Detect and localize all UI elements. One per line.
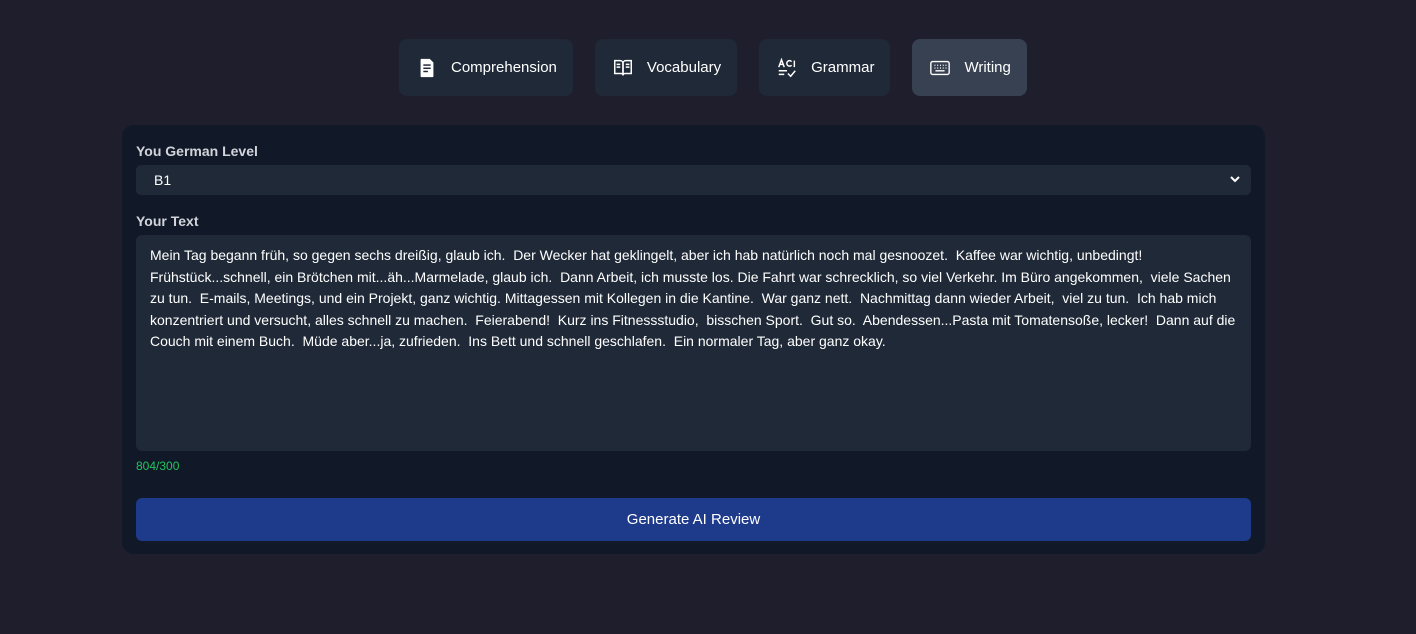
text-label: Your Text bbox=[136, 213, 199, 229]
level-value: B1 bbox=[154, 172, 172, 188]
writing-card: You German Level B1 Your Text Mein Tag b… bbox=[122, 125, 1265, 554]
generate-review-button[interactable]: Generate AI Review bbox=[136, 498, 1251, 541]
character-counter: 804/300 bbox=[136, 459, 180, 473]
exercise-tabs: Comprehension Vocabulary Grammar Writing bbox=[399, 39, 1027, 96]
document-icon bbox=[415, 56, 439, 80]
tab-vocabulary[interactable]: Vocabulary bbox=[594, 39, 738, 96]
grammar-check-icon bbox=[775, 56, 799, 80]
chevron-down-icon bbox=[1229, 172, 1241, 188]
tab-label: Vocabulary bbox=[646, 59, 722, 76]
tab-label: Comprehension bbox=[451, 59, 557, 76]
text-input[interactable]: Mein Tag begann früh, so gegen sechs dre… bbox=[136, 235, 1251, 451]
keyboard-icon bbox=[928, 56, 952, 80]
tab-writing[interactable]: Writing bbox=[912, 39, 1027, 96]
tab-label: Grammar bbox=[811, 59, 875, 76]
level-select[interactable]: B1 bbox=[136, 165, 1251, 195]
level-label: You German Level bbox=[136, 143, 258, 159]
tab-comprehension[interactable]: Comprehension bbox=[399, 39, 573, 96]
tab-label: Writing bbox=[964, 59, 1011, 76]
tab-grammar[interactable]: Grammar bbox=[759, 39, 891, 96]
book-icon bbox=[611, 56, 635, 80]
